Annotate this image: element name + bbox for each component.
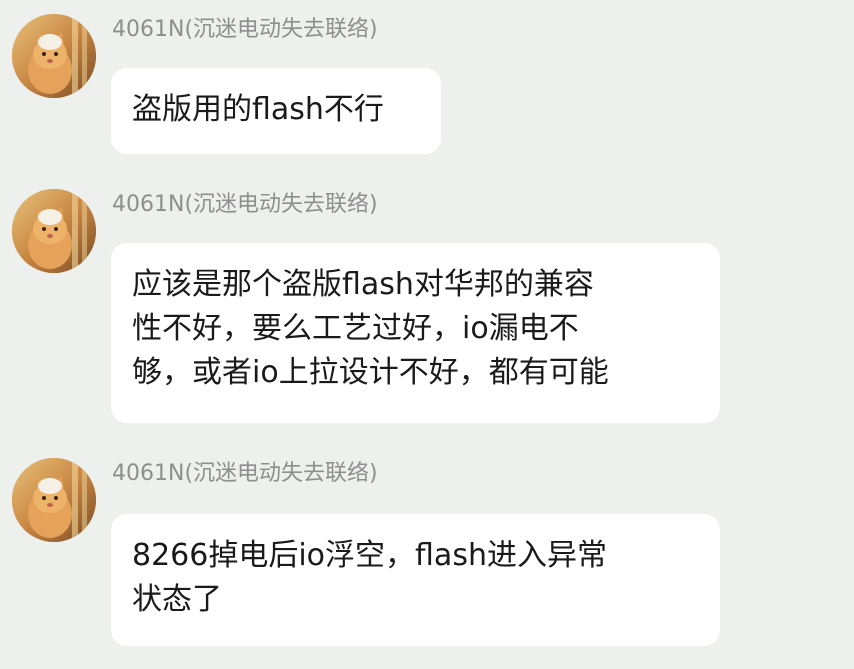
message-text: 状态了: [132, 582, 222, 617]
message-text: 8266掉电后io浮空，flash进入异常: [132, 538, 607, 573]
sender-name: 4061N(沉迷电动失去联络): [112, 17, 378, 42]
message-text: 够，或者io上拉设计不好，都有可能: [132, 355, 609, 390]
message-text: 应该是那个盗版flash对华邦的兼容: [132, 267, 594, 302]
sender-name: 4061N(沉迷电动失去联络): [112, 461, 378, 486]
message-bubble[interactable]: 应该是那个盗版flash对华邦的兼容 性不好，要么工艺过好，io漏电不 够，或者…: [111, 243, 720, 423]
message-bubble[interactable]: 8266掉电后io浮空，flash进入异常 状态了: [111, 514, 720, 646]
avatar[interactable]: [12, 458, 96, 542]
cat-avatar-icon: [12, 189, 96, 273]
sender-name: 4061N(沉迷电动失去联络): [112, 192, 378, 217]
cat-avatar-icon: [12, 458, 96, 542]
message-text: 盗版用的flash不行: [132, 92, 384, 127]
avatar[interactable]: [12, 14, 96, 98]
message-text: 性不好，要么工艺过好，io漏电不: [132, 311, 579, 346]
avatar[interactable]: [12, 189, 96, 273]
cat-avatar-icon: [12, 14, 96, 98]
message-bubble[interactable]: 盗版用的flash不行: [111, 68, 441, 154]
